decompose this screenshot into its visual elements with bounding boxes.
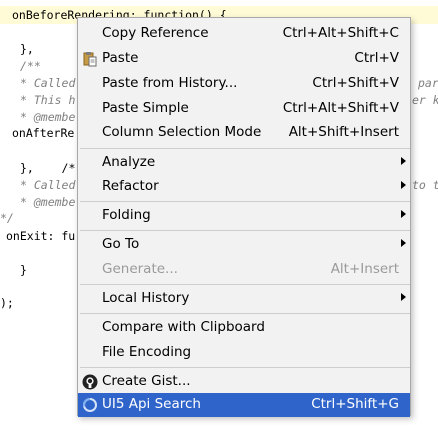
menu-item-label: Create Gist... bbox=[102, 373, 191, 389]
github-icon bbox=[82, 374, 98, 390]
menu-separator bbox=[80, 313, 410, 314]
menu-item-file-encoding[interactable]: File Encoding bbox=[78, 341, 410, 365]
code-line: ); bbox=[0, 296, 14, 310]
code-line: onExit: fu bbox=[6, 229, 76, 243]
menu-item-label: UI5 Api Search bbox=[102, 396, 201, 412]
menu-item-shortcut: Ctrl+Alt+Shift+C bbox=[282, 25, 399, 41]
menu-item-generate: Generate... Alt+Insert bbox=[78, 258, 410, 282]
menu-item-label: Local History bbox=[102, 290, 190, 306]
submenu-arrow-icon bbox=[401, 293, 406, 301]
editor-context-menu: Copy Reference Ctrl+Alt+Shift+C Paste Ct… bbox=[77, 17, 411, 417]
menu-item-shortcut: Ctrl+V bbox=[354, 50, 399, 66]
clipboard-icon bbox=[82, 51, 98, 67]
code-line-fragment: to t bbox=[412, 178, 438, 192]
code-line: * This h bbox=[20, 93, 76, 107]
code-line: * Called bbox=[20, 76, 76, 90]
menu-item-shortcut: Alt+Shift+Insert bbox=[288, 124, 399, 140]
code-line: */ bbox=[0, 211, 14, 225]
menu-item-label: File Encoding bbox=[102, 344, 192, 360]
menu-item-copy-reference[interactable]: Copy Reference Ctrl+Alt+Shift+C bbox=[78, 22, 410, 46]
menu-item-label: Copy Reference bbox=[102, 25, 209, 41]
menu-item-column-selection-mode[interactable]: Column Selection Mode Alt+Shift+Insert bbox=[78, 121, 410, 145]
menu-item-label: Compare with Clipboard bbox=[102, 319, 265, 335]
menu-item-create-gist[interactable]: Create Gist... bbox=[78, 370, 410, 394]
menu-item-paste-simple[interactable]: Paste Simple Ctrl+Alt+Shift+V bbox=[78, 97, 410, 121]
menu-item-refactor[interactable]: Refactor bbox=[78, 175, 410, 199]
menu-item-label: Paste from History... bbox=[102, 75, 238, 91]
menu-item-shortcut: Ctrl+Shift+G bbox=[311, 396, 399, 412]
code-line: } bbox=[20, 263, 27, 277]
menu-item-analyze[interactable]: Analyze bbox=[78, 151, 410, 175]
code-line: * @membe bbox=[20, 110, 76, 124]
menu-item-label: Column Selection Mode bbox=[102, 124, 262, 140]
menu-item-shortcut: Alt+Insert bbox=[330, 261, 399, 277]
menu-item-go-to[interactable]: Go To bbox=[78, 233, 410, 257]
submenu-arrow-icon bbox=[401, 239, 406, 247]
submenu-arrow-icon bbox=[401, 157, 406, 165]
menu-item-label: Go To bbox=[102, 236, 140, 252]
code-line: onAfterRe bbox=[12, 126, 75, 140]
submenu-arrow-icon bbox=[401, 181, 406, 189]
menu-item-folding[interactable]: Folding bbox=[78, 204, 410, 228]
menu-item-paste[interactable]: Paste Ctrl+V bbox=[78, 47, 410, 71]
code-line-fragment: par bbox=[418, 76, 438, 90]
menu-item-shortcut: Ctrl+Shift+V bbox=[312, 75, 399, 91]
menu-item-label: Generate... bbox=[102, 261, 178, 277]
menu-separator bbox=[80, 367, 410, 368]
spinner-icon bbox=[82, 397, 98, 413]
menu-item-paste-from-history[interactable]: Paste from History... Ctrl+Shift+V bbox=[78, 72, 410, 96]
code-line: }, /* bbox=[20, 161, 76, 175]
menu-separator bbox=[80, 201, 410, 202]
menu-separator bbox=[80, 284, 410, 285]
code-line: * Called bbox=[20, 178, 76, 192]
menu-item-label: Paste bbox=[102, 50, 139, 66]
menu-item-compare-with-clipboard[interactable]: Compare with Clipboard bbox=[78, 316, 410, 340]
menu-item-ui5-api-search[interactable]: UI5 Api Search Ctrl+Shift+G bbox=[78, 393, 410, 417]
menu-item-label: Paste Simple bbox=[102, 100, 189, 116]
menu-separator bbox=[80, 230, 410, 231]
menu-item-shortcut: Ctrl+Alt+Shift+V bbox=[282, 100, 399, 116]
menu-item-label: Refactor bbox=[102, 178, 159, 194]
submenu-arrow-icon bbox=[401, 210, 406, 218]
menu-item-local-history[interactable]: Local History bbox=[78, 287, 410, 311]
code-line: }, bbox=[20, 42, 34, 56]
menu-item-label: Folding bbox=[102, 207, 151, 223]
code-line-fragment: er k bbox=[412, 93, 438, 107]
code-line: /** bbox=[20, 59, 41, 73]
code-line: * @membe bbox=[20, 195, 76, 209]
menu-item-label: Analyze bbox=[102, 154, 156, 170]
menu-separator bbox=[80, 148, 410, 149]
